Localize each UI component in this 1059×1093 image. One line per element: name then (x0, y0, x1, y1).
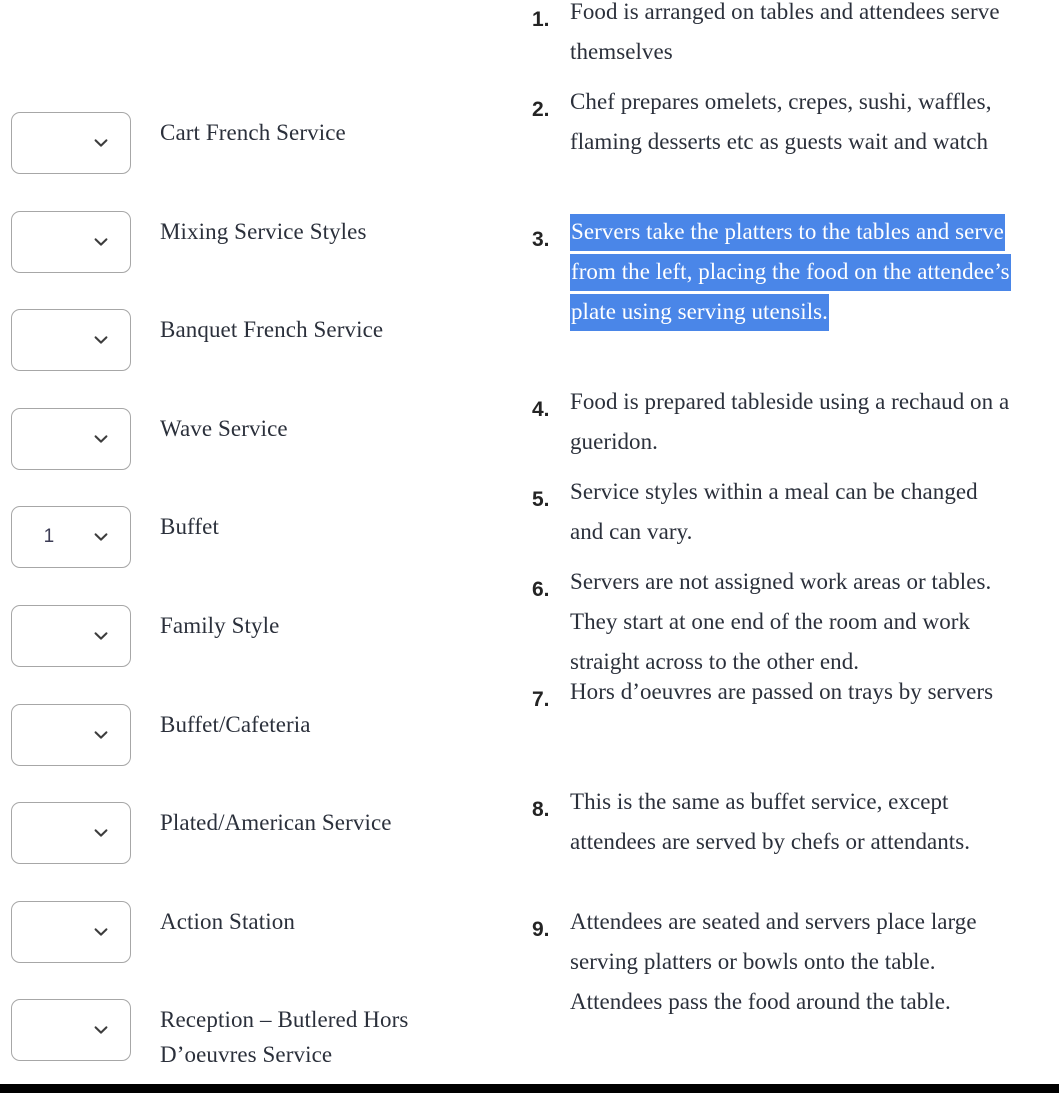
list-item-number: 6. (532, 578, 550, 601)
chevron-down-icon (92, 331, 110, 349)
answer-dropdown-5[interactable]: 1 (11, 506, 131, 569)
list-item-text: Hors d’oeuvres are passed on trays by se… (570, 679, 994, 704)
dropdown-selected-value (12, 606, 86, 666)
match-row: Plated/American Service (0, 802, 520, 865)
answer-dropdown-6[interactable] (11, 605, 131, 667)
chevron-down-icon (92, 233, 110, 251)
chevron-down-icon (92, 627, 110, 645)
answer-dropdown-10[interactable] (11, 999, 131, 1062)
dropdown-selected-value (12, 409, 86, 469)
match-row: Banquet French Service (0, 309, 520, 372)
chevron-down-icon (92, 134, 110, 152)
chevron-down-icon (92, 430, 110, 448)
dropdown-selected-value (12, 902, 86, 962)
list-item-number: 3. (532, 228, 550, 251)
list-item: 8. This is the same as buffet service, ex… (520, 782, 1040, 862)
match-row: Reception – Butlered Hors D’oeuvres Serv… (0, 999, 520, 1067)
service-style-label: Cart French Service (160, 120, 346, 145)
list-item-text-selected: Servers take the platters to the tables … (570, 212, 1011, 332)
list-item-number: 5. (532, 488, 550, 511)
list-item: 1. Food is arranged on tables and attende… (520, 0, 1040, 72)
list-item-text: Chef prepares omelets, crepes, sushi, wa… (570, 89, 992, 154)
dropdown-selected-value: 1 (43, 526, 55, 548)
list-item: 4. Food is prepared tableside using a rec… (520, 382, 1040, 462)
list-item: 9. Attendees are seated and servers place… (520, 902, 1040, 1022)
chevron-down-icon (92, 726, 110, 744)
service-style-label: Buffet/Cafeteria (160, 711, 311, 737)
chevron-down-icon (92, 923, 110, 941)
answer-dropdown-2[interactable] (11, 210, 131, 273)
match-row: 1 Buffet (0, 506, 520, 569)
list-item: 5. Service styles within a meal can be ch… (520, 472, 1040, 552)
dropdown-selected-value (12, 113, 86, 173)
dropdown-selected-value (12, 310, 86, 370)
list-item-text: Food is arranged on tables and attendees… (570, 0, 1000, 64)
service-style-label: Reception – Butlered Hors D’oeuvres Serv… (160, 1007, 409, 1068)
service-style-label: Buffet (160, 514, 219, 540)
list-item: 7. Hors d’oeuvres are passed on trays by … (520, 672, 1040, 720)
chevron-down-icon (92, 528, 110, 546)
list-item-text: Service styles within a meal can be chan… (570, 479, 978, 544)
list-item-text: Food is prepared tableside using a recha… (570, 389, 1010, 454)
bottom-black-bar (0, 1084, 1059, 1093)
answer-dropdown-4[interactable] (11, 407, 131, 470)
service-style-match-list: Cart French Service Mixing Service Styles… (0, 0, 520, 1085)
list-item-text: This is the same as buffet service, exce… (570, 789, 971, 854)
dropdown-selected-value (12, 705, 86, 765)
dropdown-selected-value (12, 803, 86, 863)
dropdown-selected-value (12, 212, 86, 272)
match-row: Family Style (0, 605, 520, 667)
match-row: Mixing Service Styles (0, 210, 520, 273)
list-item-number: 8. (532, 798, 550, 821)
list-item-text: Servers are not assigned work areas or t… (570, 569, 992, 674)
service-style-label: Wave Service (160, 415, 288, 441)
answer-dropdown-1[interactable] (11, 112, 131, 174)
service-description-list: 1. Food is arranged on tables and attende… (520, 0, 1059, 1085)
chevron-down-icon (92, 1021, 110, 1039)
list-item: 6. Servers are not assigned work areas or… (520, 562, 1040, 682)
match-row: Buffet/Cafeteria (0, 703, 520, 766)
list-item-number: 7. (532, 688, 550, 711)
matching-exercise-page: Cart French Service Mixing Service Styles… (0, 0, 1059, 1093)
chevron-down-icon (92, 824, 110, 842)
answer-dropdown-7[interactable] (11, 703, 131, 766)
service-style-label: Family Style (160, 613, 280, 638)
service-style-label: Mixing Service Styles (160, 218, 367, 244)
match-row: Wave Service (0, 407, 520, 470)
list-item-text: Attendees are seated and servers place l… (570, 909, 977, 1014)
answer-dropdown-3[interactable] (11, 309, 131, 372)
list-item-number: 2. (532, 98, 550, 121)
selection-highlight: Servers take the platters to the tables … (570, 214, 1011, 331)
list-item: 3. Servers take the platters to the table… (520, 212, 1040, 332)
service-style-label: Banquet French Service (160, 317, 384, 343)
answer-dropdown-9[interactable] (11, 900, 131, 963)
list-item-number: 4. (532, 398, 550, 421)
match-row: Action Station (0, 900, 520, 963)
answer-dropdown-8[interactable] (11, 802, 131, 865)
list-item-number: 9. (532, 918, 550, 941)
list-item: 2. Chef prepares omelets, crepes, sushi, … (520, 82, 1040, 162)
match-row: Cart French Service (0, 112, 520, 174)
list-item-number: 1. (532, 8, 550, 31)
service-style-label: Plated/American Service (160, 810, 392, 836)
dropdown-selected-value (12, 1000, 86, 1060)
service-style-label: Action Station (160, 908, 295, 934)
